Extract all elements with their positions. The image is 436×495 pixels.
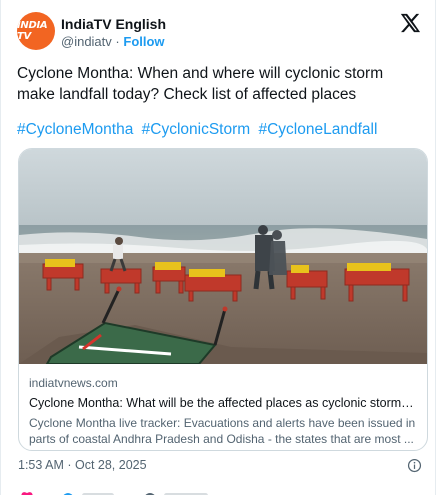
- handle-row: @indiatv · Follow: [61, 34, 165, 49]
- handle-separator: ·: [115, 34, 120, 49]
- heart-icon[interactable]: [20, 488, 34, 495]
- action-bar: [18, 488, 418, 495]
- hashtags: #CycloneMontha #CyclonicStorm #CycloneLa…: [17, 119, 421, 140]
- account-handle[interactable]: @indiatv: [61, 34, 112, 49]
- info-icon[interactable]: [407, 458, 422, 473]
- avatar-logo-text: INDIA TV: [17, 20, 48, 42]
- x-logo-icon[interactable]: [399, 12, 421, 34]
- hashtag-cyclone-montha[interactable]: #CycloneMontha: [17, 121, 133, 138]
- link-preview-meta: indiatvnews.com Cyclone Montha: What wil…: [29, 376, 417, 447]
- avatar[interactable]: INDIA TV: [17, 12, 55, 50]
- link-preview-card[interactable]: indiatvnews.com Cyclone Montha: What wil…: [18, 148, 428, 451]
- reply-icon[interactable]: [60, 488, 76, 495]
- account-name[interactable]: IndiaTV English: [61, 16, 166, 32]
- link-domain[interactable]: indiatvnews.com: [29, 376, 417, 391]
- link-title[interactable]: Cyclone Montha: What will be the affecte…: [29, 395, 417, 412]
- tweet-timestamp[interactable]: 1:53 AM · Oct 28, 2025: [18, 458, 147, 472]
- tweet-header: INDIA TV IndiaTV English @indiatv · Foll…: [17, 12, 423, 56]
- link-icon[interactable]: [142, 488, 158, 495]
- hashtag-cyclone-landfall[interactable]: #CycloneLandfall: [258, 121, 377, 138]
- link-description: Cyclone Montha live tracker: Evacuations…: [29, 416, 416, 446]
- follow-button[interactable]: Follow: [123, 34, 164, 49]
- tweet-text: Cyclone Montha: When and where will cycl…: [17, 65, 384, 103]
- tweet-embed: INDIA TV IndiaTV English @indiatv · Foll…: [0, 0, 436, 495]
- hashtag-cyclonic-storm[interactable]: #CyclonicStorm: [142, 121, 251, 138]
- link-preview-image[interactable]: [19, 149, 427, 364]
